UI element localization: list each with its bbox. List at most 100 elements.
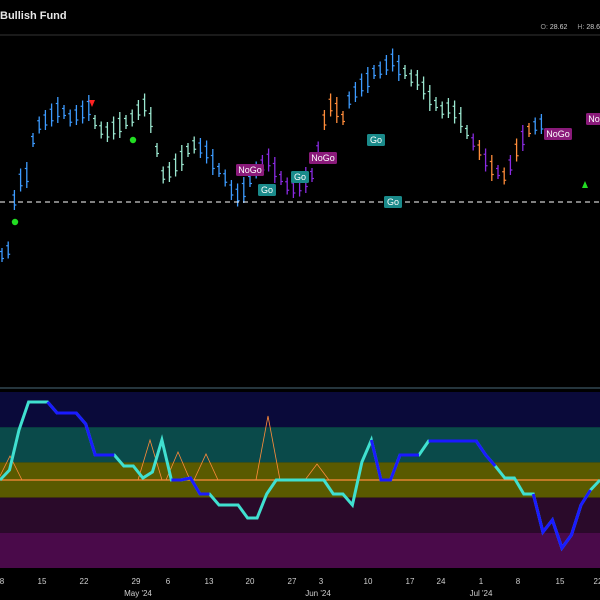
price-bar xyxy=(105,122,110,142)
price-bar xyxy=(403,65,407,79)
x-tick-label: 24 xyxy=(437,577,446,586)
price-bar xyxy=(74,105,79,125)
price-bar xyxy=(279,171,283,185)
go-dot-marker xyxy=(129,136,137,144)
price-bar xyxy=(111,116,116,140)
price-bar xyxy=(186,143,190,157)
go-dot-marker xyxy=(11,218,19,226)
price-bar xyxy=(421,76,426,100)
price-bar xyxy=(130,109,135,127)
signal-badge-label: NoGo xyxy=(546,129,570,139)
price-bar xyxy=(68,109,73,127)
price-bar xyxy=(285,177,290,195)
price-panel: NoGo Go Go NoGo Go Go NoGo NoGo xyxy=(0,34,600,262)
x-month-label: May '24 xyxy=(124,589,152,598)
x-tick-label: 22 xyxy=(594,577,600,586)
x-tick-label: 15 xyxy=(556,577,565,586)
price-bar xyxy=(341,111,345,125)
price-bar xyxy=(93,115,97,129)
x-tick-label: 10 xyxy=(364,577,373,586)
price-bar xyxy=(12,190,17,210)
oscillator-band xyxy=(0,392,600,428)
price-bar xyxy=(124,115,128,129)
go-triangle-marker xyxy=(582,181,588,188)
price-bar xyxy=(179,145,184,171)
nogo-triangle-marker xyxy=(89,100,95,107)
price-bar xyxy=(0,248,4,262)
x-month-label: Jul '24 xyxy=(470,589,493,598)
signal-badge-label: Go xyxy=(261,185,273,195)
price-bar xyxy=(55,97,60,123)
price-bar xyxy=(24,162,29,188)
x-tick-label: 6 xyxy=(166,577,171,586)
price-bar xyxy=(446,98,451,118)
price-bar xyxy=(359,73,364,97)
signal-badge-label: Go xyxy=(294,172,306,182)
price-bar xyxy=(527,123,531,137)
price-bar xyxy=(458,107,463,133)
signal-badge: NoGo xyxy=(586,113,600,125)
price-bar xyxy=(235,183,240,207)
x-tick-label: 17 xyxy=(406,577,415,586)
price-bar xyxy=(496,165,500,179)
price-bar xyxy=(241,177,246,203)
x-tick-label: 22 xyxy=(80,577,89,586)
price-bar xyxy=(266,148,271,172)
price-bar xyxy=(210,149,215,175)
signal-badge: Go xyxy=(291,171,309,183)
price-bar xyxy=(434,97,438,111)
price-bar xyxy=(465,125,469,139)
x-tick-label: 8 xyxy=(0,577,5,586)
price-bar xyxy=(520,125,525,151)
price-bar xyxy=(347,91,352,109)
price-bar xyxy=(396,55,401,81)
signal-badge: Go xyxy=(367,134,385,146)
price-bar xyxy=(334,97,339,123)
signal-badge-label: Go xyxy=(387,197,399,207)
price-bar xyxy=(18,168,23,192)
signal-badge: NoGo xyxy=(309,152,337,164)
price-bar xyxy=(384,55,389,75)
price-bar xyxy=(489,155,494,181)
price-bar xyxy=(217,163,221,177)
price-bar xyxy=(167,162,172,182)
price-bar xyxy=(415,70,420,90)
oscillator-panel xyxy=(0,387,600,568)
price-bar xyxy=(148,107,153,133)
price-bar xyxy=(440,101,445,119)
x-tick-label: 1 xyxy=(479,577,484,586)
x-tick-label: 29 xyxy=(132,577,141,586)
price-bar xyxy=(223,169,228,187)
price-bar xyxy=(514,138,519,162)
price-bar xyxy=(142,93,147,117)
x-tick-label: 13 xyxy=(205,577,214,586)
price-bar xyxy=(365,67,370,93)
x-tick-label: 27 xyxy=(288,577,297,586)
signal-badge: NoGo xyxy=(236,164,264,176)
price-bar xyxy=(533,117,538,135)
price-bar xyxy=(161,166,166,184)
oscillator-band xyxy=(0,532,600,568)
price-bar xyxy=(477,140,482,160)
price-bar xyxy=(409,69,414,87)
price-bar xyxy=(508,155,513,175)
price-bar xyxy=(322,110,327,130)
price-bar xyxy=(86,95,91,121)
x-axis: 8 15 22 29 6 13 20 27 3 10 17 24 1 8 15 22 May '24 Jun '2… xyxy=(0,577,600,598)
price-bar xyxy=(173,153,178,177)
signal-badge-label: Go xyxy=(370,135,382,145)
price-bar xyxy=(136,100,141,120)
signal-badge-label: NoGo xyxy=(588,114,600,124)
price-bar xyxy=(427,85,432,111)
price-bar xyxy=(390,48,395,72)
price-bar xyxy=(49,103,54,127)
price-bar xyxy=(452,100,457,124)
price-bar xyxy=(6,241,11,259)
price-chart[interactable]: NoGo Go Go NoGo Go Go NoGo NoGo 8 15 22 29 6 13 20 27 3… xyxy=(0,0,600,600)
x-tick-label: 8 xyxy=(516,577,521,586)
price-bar xyxy=(117,112,122,138)
price-bar xyxy=(43,110,48,130)
price-bar xyxy=(192,136,197,154)
signal-badge: Go xyxy=(258,184,276,196)
price-bar xyxy=(155,143,159,157)
